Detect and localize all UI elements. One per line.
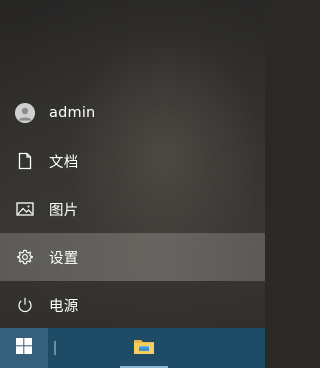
user-avatar-icon [15,103,35,123]
start-button[interactable] [0,328,48,368]
file-explorer-icon [133,337,155,359]
document-icon [15,151,35,171]
windows-logo-icon [16,338,32,358]
user-account-button[interactable]: admin [0,89,265,137]
power-button[interactable]: 电源 [0,281,265,329]
taskbar-divider [54,341,56,355]
documents-label: 文档 [49,154,79,171]
picture-icon [15,199,35,219]
power-icon [15,295,35,315]
start-menu-screen: admin 文档 图片 设置 电源 [0,0,265,368]
gear-icon [15,247,35,267]
avatar [15,103,35,123]
power-label: 电源 [49,298,79,315]
settings-label: 设置 [49,250,79,267]
taskbar [0,328,265,368]
pictures-label: 图片 [49,202,79,219]
start-menu-left-rail: admin 文档 图片 设置 电源 [0,89,265,329]
documents-button[interactable]: 文档 [0,137,265,185]
file-explorer-taskbar-button[interactable] [120,328,168,368]
pictures-button[interactable]: 图片 [0,185,265,233]
user-account-label: admin [49,105,96,121]
settings-button[interactable]: 设置 [0,233,265,281]
